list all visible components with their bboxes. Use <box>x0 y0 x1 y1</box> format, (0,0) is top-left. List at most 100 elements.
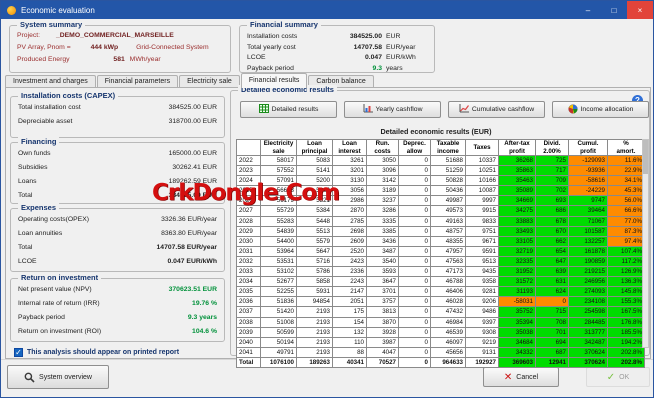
system-overview-button[interactable]: System overview <box>7 365 109 389</box>
scrollbar-thumb[interactable] <box>643 140 648 174</box>
table-cell: 167.5% <box>608 307 645 317</box>
table-cell: 2039 <box>237 327 261 337</box>
table-cell: 2698 <box>333 226 367 236</box>
table-cell: 50194 <box>261 337 297 347</box>
table-cell: 9435 <box>466 267 499 277</box>
table-row: 2031539645647252034870479579591327196541… <box>237 246 645 256</box>
table-cell: 35863 <box>499 166 536 176</box>
table-cell: 47957 <box>431 246 466 256</box>
table-cell: 70527 <box>367 357 399 367</box>
expenses-row: Loan annuities8363.80 EUR/year <box>18 230 217 237</box>
table-cell: 32719 <box>499 246 536 256</box>
cumulative-cashflow-button[interactable]: Cumulative cashflow <box>448 101 545 118</box>
table-cell: 55729 <box>261 206 297 216</box>
table-cell: 33105 <box>499 236 536 246</box>
table-cell: 284485 <box>569 317 608 327</box>
field-value: 9.3 years <box>188 314 217 321</box>
table-cell: 34275 <box>499 206 536 216</box>
table-cell: 9397 <box>466 317 499 327</box>
table-cell: 2032 <box>237 256 261 266</box>
table-cell: 3701 <box>367 287 399 297</box>
table-scrollbar[interactable] <box>642 139 649 348</box>
financial-summary-row: LCOE0.047EUR/kWh <box>247 54 430 61</box>
print-report-checkbox[interactable]: ✓ <box>14 348 23 357</box>
table-cell: 66.6% <box>608 206 645 216</box>
table-cell: 0 <box>399 226 431 236</box>
table-cell: 132257 <box>569 236 608 246</box>
financial-summary-row: Installation costs384525.00EUR <box>247 33 430 40</box>
financial-summary-row: Payback period9.3years <box>247 65 430 72</box>
field-value: 14707.58 EUR/year <box>157 244 217 251</box>
table-cell: 2336 <box>333 267 367 277</box>
ok-button[interactable]: ✓ OK <box>586 367 650 387</box>
table-cell: 219215 <box>569 267 608 277</box>
detailed-results-button[interactable]: Detailed results <box>240 101 337 118</box>
tab-financial-results[interactable]: Financial results <box>241 73 308 88</box>
financing-title: Financing <box>18 137 59 146</box>
button-label: Detailed results <box>272 106 319 113</box>
print-report-checkbox-row: ✓ This analysis should appear on printed… <box>14 348 179 357</box>
table-cell: 36268 <box>499 156 536 166</box>
summary-unit: EUR/kWh <box>382 54 430 61</box>
field-value: 370623.51 EUR <box>169 286 217 293</box>
print-report-label: This analysis should appear on printed r… <box>27 349 179 356</box>
table-row: 2029548395513269833850487579751334936701… <box>237 226 645 236</box>
table-cell: 0 <box>399 256 431 266</box>
cancel-button[interactable]: ✕ Cancel <box>483 367 559 387</box>
table-cell: 2193 <box>297 347 333 357</box>
table-cell: 662 <box>536 236 569 246</box>
table-cell: 2423 <box>333 256 367 266</box>
financial-summary-row: Total yearly cost14707.58EUR/year <box>247 44 430 51</box>
table-cell: 46028 <box>431 297 466 307</box>
table-cell: 49163 <box>431 216 466 226</box>
column-header: Electricitysale <box>261 140 297 156</box>
table-row: 2030544005579260934360483559671331056621… <box>237 236 645 246</box>
table-cell: 3237 <box>367 196 399 206</box>
summary-unit: EUR/year <box>382 44 430 51</box>
field-value: 30262.41 EUR <box>172 164 217 171</box>
table-cell: 370624 <box>569 347 608 357</box>
field-value: 104.6 % <box>192 328 217 335</box>
close-button[interactable]: × <box>627 1 653 19</box>
table-cell: -129093 <box>569 156 608 166</box>
field-label: Subsidies <box>18 164 172 171</box>
table-cell: 639 <box>536 267 569 277</box>
table-cell: 5513 <box>297 226 333 236</box>
table-cell: 46788 <box>431 277 466 287</box>
table-cell: 369603 <box>499 357 536 367</box>
capex-title: Installation costs (CAPEX) <box>18 91 118 100</box>
table-cell: 624 <box>536 287 569 297</box>
summary-value: 14707.58 <box>324 44 382 51</box>
table-cell: 2609 <box>333 236 367 246</box>
field-label: Own funds <box>18 150 169 157</box>
table-cell: 2033 <box>237 267 261 277</box>
table-cell: 2193 <box>297 317 333 327</box>
table-cell: 0 <box>399 267 431 277</box>
pv-array-row: PV Array, Pnom = 444 kWp Grid-Connected … <box>17 44 225 51</box>
ok-check-icon: ✓ <box>607 372 615 383</box>
table-cell: 176.8% <box>608 317 645 327</box>
expenses-row: Total14707.58 EUR/year <box>18 244 217 251</box>
column-header: %amort. <box>608 140 645 156</box>
table-cell: 94854 <box>297 297 333 307</box>
maximize-button[interactable]: □ <box>601 1 627 19</box>
cancel-label: Cancel <box>516 374 538 381</box>
yearly-cashflow-button[interactable]: Yearly cashflow <box>344 101 441 118</box>
table-cell: 9591 <box>466 246 499 256</box>
table-cell: 45656 <box>431 347 466 357</box>
table-cell: 9358 <box>466 277 499 287</box>
table-cell: 5786 <box>297 267 333 277</box>
table-cell: 2027 <box>237 206 261 216</box>
table-row: 2033531025786233635930471739435319526392… <box>237 267 645 277</box>
table-cell: 0 <box>399 287 431 297</box>
minimize-button[interactable]: – <box>575 1 601 19</box>
table-cell: 670 <box>536 226 569 236</box>
ok-label: OK <box>619 374 629 381</box>
field-value: 3326.36 EUR/year <box>161 216 217 223</box>
income-allocation-button[interactable]: Income allocation <box>552 101 649 118</box>
table-cell: 654 <box>536 246 569 256</box>
column-header <box>237 140 261 156</box>
table-cell: 3142 <box>367 176 399 186</box>
table-cell: 54839 <box>261 226 297 236</box>
field-label: Loan annuities <box>18 230 161 237</box>
